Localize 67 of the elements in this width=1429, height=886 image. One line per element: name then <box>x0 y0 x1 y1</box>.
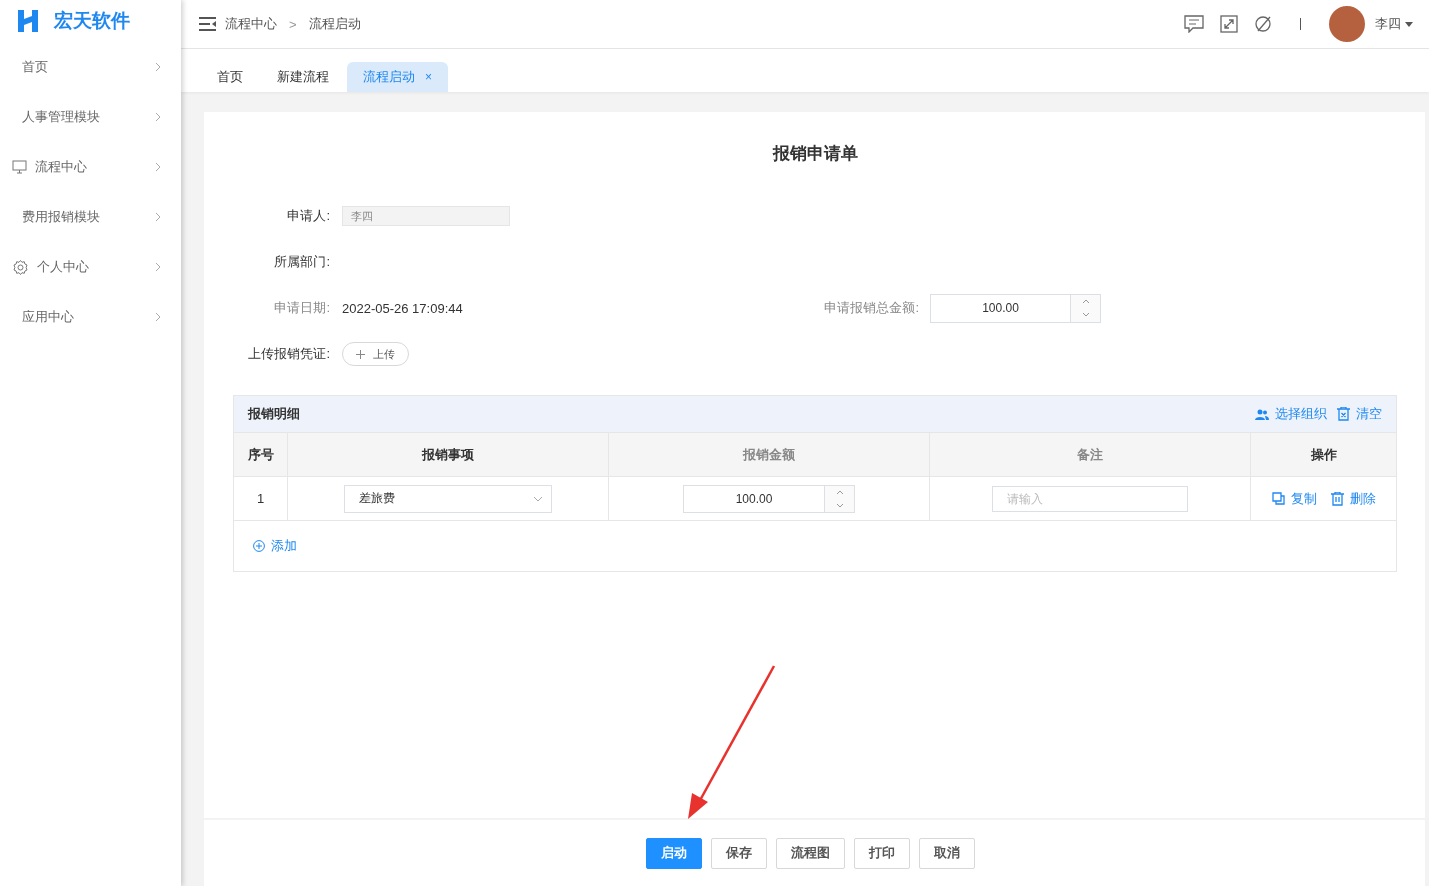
sidebar-item[interactable]: 个人中心 <box>0 242 181 292</box>
note-field[interactable]: 请输入 <box>992 485 1188 512</box>
form-title: 报销申请单 <box>771 143 859 165</box>
user-name[interactable]: 李四 <box>1375 15 1401 33</box>
breadcrumb-item[interactable]: 流程启动 <box>308 15 361 33</box>
action-button[interactable]: 流程图 <box>776 837 845 869</box>
field-label: 上传报销凭证: <box>247 345 331 363</box>
field-label: 申请报销总金额: <box>823 299 920 317</box>
total-amount-field[interactable]: 100.00 <box>930 293 1101 323</box>
date-value: 2022-05-26 17:09:44 <box>342 300 464 316</box>
step-down-icon[interactable] <box>835 502 844 508</box>
chevron-right-icon <box>155 62 161 72</box>
menu-fold-icon[interactable] <box>199 17 217 31</box>
sidebar-item[interactable]: 人事管理模块 <box>0 92 181 142</box>
amount-field[interactable]: 100.00 <box>683 484 855 513</box>
sidebar-item[interactable]: 应用中心 <box>0 292 181 342</box>
chevron-down-icon <box>533 495 543 502</box>
message-icon[interactable] <box>1184 15 1204 33</box>
breadcrumb-item[interactable]: 流程中心 <box>225 15 277 33</box>
fullscreen-icon[interactable] <box>1220 15 1238 33</box>
breadcrumb-separator: > <box>289 16 297 32</box>
gear-icon <box>12 258 29 276</box>
sidebar-item[interactable]: 流程中心 <box>0 142 181 192</box>
field-label: 申请日期: <box>273 299 331 317</box>
field-label: 申请人: <box>286 207 331 225</box>
applicant-field: 李四 <box>342 206 510 226</box>
step-down-icon[interactable] <box>1081 312 1090 318</box>
action-link[interactable]: 选择组织 <box>1255 405 1327 423</box>
copy-icon <box>1271 492 1285 505</box>
row-action-link[interactable]: 删除 <box>1330 489 1376 508</box>
column-header: 报销金额 <box>609 433 930 476</box>
avatar-photo-placeholder[interactable] <box>1329 6 1365 42</box>
column-header: 备注 <box>930 433 1251 476</box>
users-icon <box>1255 408 1269 420</box>
upload-button[interactable]: 上传 <box>342 342 409 366</box>
action-link[interactable]: 清空 <box>1337 405 1382 423</box>
trash-icon <box>1337 407 1350 421</box>
section-title: 报销明细 <box>248 405 300 423</box>
plus-circle-icon <box>253 540 265 552</box>
action-button[interactable]: 打印 <box>854 837 910 869</box>
column-header: 报销事项 <box>288 433 609 476</box>
logo-text: 宏天软件 <box>54 9 130 33</box>
row-index: 1 <box>234 477 288 520</box>
plus-icon <box>356 349 365 359</box>
item-select[interactable]: 差旅费 <box>344 484 552 513</box>
page-tab[interactable]: 新建流程 <box>261 62 345 92</box>
chevron-right-icon <box>155 162 161 172</box>
step-up-icon[interactable] <box>1081 298 1090 304</box>
column-header: 操作 <box>1309 445 1338 464</box>
chevron-right-icon <box>155 212 161 222</box>
add-row-link[interactable]: 添加 <box>253 537 297 555</box>
caret-down-icon[interactable] <box>1405 21 1413 27</box>
chevron-right-icon <box>155 312 161 322</box>
trash-icon <box>1330 491 1344 506</box>
chevron-right-icon <box>155 112 161 122</box>
action-button[interactable]: 启动 <box>646 837 702 869</box>
step-up-icon[interactable] <box>835 489 844 495</box>
row-action-link[interactable]: 复制 <box>1271 489 1317 508</box>
chevron-right-icon <box>155 262 161 272</box>
action-button[interactable]: 取消 <box>919 837 975 869</box>
monitor-icon <box>12 160 27 174</box>
sidebar-item[interactable]: 首页 <box>0 42 181 92</box>
page-tab[interactable]: 首页 <box>201 62 259 92</box>
field-label: 所属部门: <box>273 253 331 271</box>
sidebar-item[interactable]: 费用报销模块 <box>0 192 181 242</box>
column-header: 序号 <box>234 433 288 476</box>
action-button[interactable]: 保存 <box>711 837 767 869</box>
